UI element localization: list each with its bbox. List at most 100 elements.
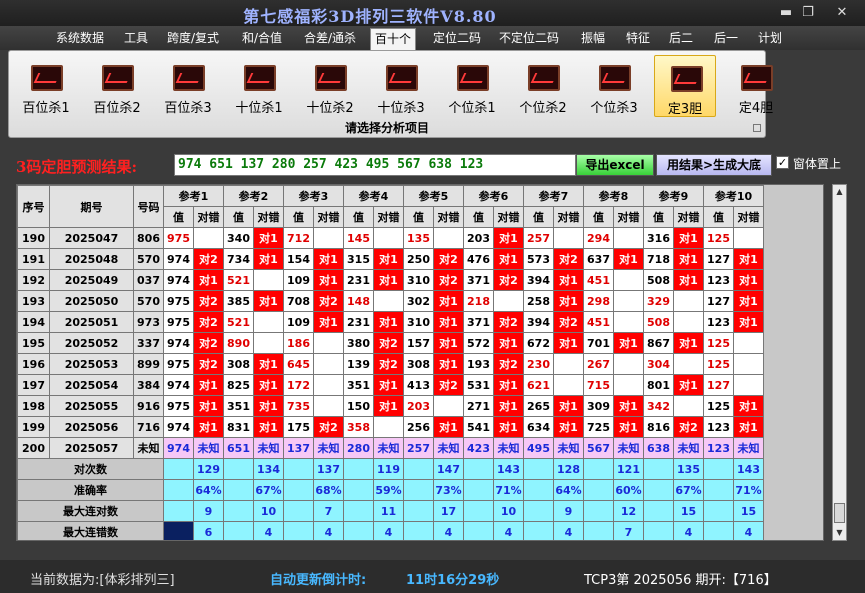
ref-value: 304 [643,353,674,375]
menu-item[interactable]: 后二 [665,26,697,50]
stat-value: 4 [673,521,704,540]
ref-value: 145 [343,227,374,249]
menu-item[interactable]: 不定位二码 [495,26,563,50]
stat-label: 准确率 [17,479,164,501]
hit-mark: 对1 [733,269,764,291]
table-row[interactable]: 191 2025048 570 974 对2 734 对1 154 对1 315 对1 250 对2 47… [17,248,764,270]
predict-row[interactable]: 200 2025057 未知 974 未知 651 未知 137 未知 280 未知 257 未知 423… [17,437,764,459]
minimize-icon[interactable]: ▬ [774,4,798,22]
stat-spacer [223,479,254,501]
table-row[interactable]: 197 2025054 384 974 对1 825 对1 172 351 对1 413 对2 531 对… [17,374,764,396]
predict-status: 未知 [733,437,764,459]
scroll-down-icon[interactable]: ▼ [833,526,846,540]
hit-mark: 对1 [493,416,524,438]
menu-item[interactable]: 合差/通杀 [300,26,360,50]
table-row[interactable]: 198 2025055 916 975 对1 351 对1 735 150 对1 203 271 对1 2… [17,395,764,417]
ref-value: 109 [283,311,314,333]
row-issue: 2025055 [49,395,134,417]
stat-row: 最大连错数 6 4 4 4 4 4 4 7 4 4 [17,521,764,540]
ref-value: 351 [223,395,254,417]
predict-value: 423 [463,437,494,459]
tool-button[interactable]: 十位杀3 [370,55,432,117]
table-row[interactable]: 190 2025047 806 975 340 对1 712 145 135 203 对1 257 29… [17,227,764,249]
stat-value: 60% [613,479,644,501]
tool-button[interactable]: 定4胆 [725,55,787,117]
miss-mark [733,227,764,249]
stat-value: 73% [433,479,464,501]
miss-mark [433,227,464,249]
column-header: 序号 [17,185,50,228]
stat-value: 10 [253,500,284,522]
tool-button[interactable]: 百位杀3 [157,55,219,117]
stat-value: 128 [553,458,584,480]
table-row[interactable]: 195 2025052 337 974 对2 890 186 380 对2 157 对1 572 对1 6… [17,332,764,354]
tool-button[interactable]: 百位杀2 [86,55,148,117]
miss-mark [193,227,224,249]
menu-item[interactable]: 百十个 [370,28,417,50]
row-number: 570 [133,290,164,312]
tool-button[interactable]: 十位杀2 [299,55,361,117]
ref-value: 413 [403,374,434,396]
close-icon[interactable]: ✕ [830,4,854,22]
row-issue: 2025049 [49,269,134,291]
scroll-up-icon[interactable]: ▲ [833,185,846,199]
menu-item[interactable]: 系统数据 [52,26,108,50]
ref-value: 521 [223,269,254,291]
stat-spacer [703,479,734,501]
row-number: 806 [133,227,164,249]
menu-item[interactable]: 后一 [710,26,742,50]
stat-value: 4 [493,521,524,540]
hit-mark: 对2 [193,332,224,354]
vertical-scrollbar[interactable]: ▲ ▼ [832,184,847,541]
result-subheader: 对错 [613,206,644,228]
result-subheader: 对错 [433,206,464,228]
ref-value: 451 [583,269,614,291]
table-row[interactable]: 199 2025056 716 974 对1 831 对1 175 对2 358 256 对1 541 对… [17,416,764,438]
predict-value: 651 [223,437,254,459]
row-issue: 2025050 [49,290,134,312]
scroll-thumb[interactable] [834,503,845,523]
menu-item[interactable]: 计划 [754,26,786,50]
ref-value: 701 [583,332,614,354]
tool-button[interactable]: 定3胆 [654,55,716,117]
table-row[interactable]: 196 2025053 899 975 对2 308 对1 645 139 对2 308 对1 193 对… [17,353,764,375]
table-row[interactable]: 194 2025051 973 975 对2 521 109 对1 231 对1 310 对1 371 对… [17,311,764,333]
hit-mark: 对1 [733,416,764,438]
dialog-launcher-icon[interactable] [753,124,761,132]
menu-item[interactable]: 振幅 [577,26,609,50]
hit-mark: 对1 [373,248,404,270]
ref-value: 521 [223,311,254,333]
tool-button[interactable]: 个位杀3 [583,55,645,117]
ref-value: 801 [643,374,674,396]
column-header: 号码 [133,185,164,228]
tool-button[interactable]: 十位杀1 [228,55,290,117]
menu-item[interactable]: 特征 [622,26,654,50]
menu-item[interactable]: 工具 [120,26,152,50]
prediction-result-field[interactable]: 974 651 137 280 257 423 495 567 638 123 [174,154,576,176]
hit-mark: 对1 [613,395,644,417]
tool-button[interactable]: 个位杀2 [512,55,574,117]
generate-base-button[interactable]: 用结果>生成大底 [656,154,772,176]
result-grid: 序号 期号 号码 参考1 参考2 参考3 参考4 参考5 参考6 参考7 参考8 参考9 参考10 值对错… [16,184,824,541]
ref-value: 125 [703,227,734,249]
menu-item[interactable]: 定位二码 [429,26,485,50]
stat-value: 4 [553,521,584,540]
tool-button-label: 定3胆 [667,102,703,117]
menu-item[interactable]: 跨度/复式 [163,26,223,50]
tool-button[interactable]: 个位杀1 [441,55,503,117]
hit-mark: 对1 [313,248,344,270]
ontop-checkbox[interactable]: ✓ [776,156,789,169]
hit-mark: 对1 [193,269,224,291]
export-excel-button[interactable]: 导出excel [576,154,654,176]
row-number: 916 [133,395,164,417]
table-row[interactable]: 192 2025049 037 974 对1 521 109 对1 231 对1 310 对2 371 对… [17,269,764,291]
ref-value: 250 [403,248,434,270]
menu-item[interactable]: 和/合值 [238,26,286,50]
tool-button[interactable]: 百位杀1 [15,55,77,117]
row-issue: 2025047 [49,227,134,249]
table-row[interactable]: 193 2025050 570 975 对2 385 对1 708 对2 148 302 对1 218 2… [17,290,764,312]
reference-header: 参考9 [643,185,704,207]
ref-value: 294 [583,227,614,249]
restore-icon[interactable]: ❐ [796,4,820,22]
hit-mark: 对2 [673,416,704,438]
